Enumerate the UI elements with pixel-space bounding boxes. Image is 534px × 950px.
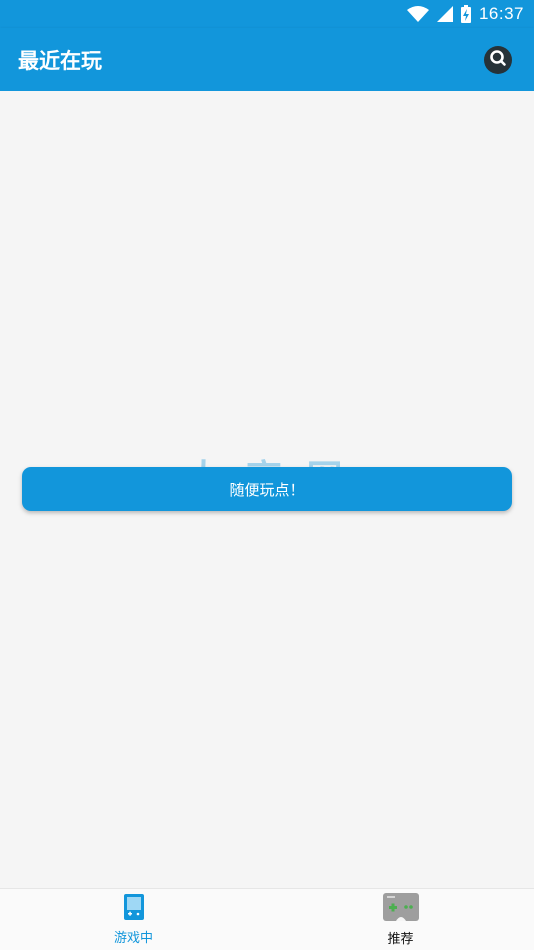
nav-item-recommend[interactable]: 推荐 [267,889,534,950]
status-bar: 16:37 [0,0,534,28]
page-title: 最近在玩 [18,48,102,73]
signal-icon [436,6,453,22]
wifi-icon [406,6,429,22]
main-content: 大 高 网 随便玩点！ [0,91,534,888]
status-time: 16:37 [478,4,524,23]
gamepad-icon [382,892,419,925]
gameboy-icon [123,893,145,924]
search-button[interactable] [484,45,512,74]
app-bar: 最近在玩 [0,28,534,91]
nav-label-playing: 游戏中 [113,930,153,946]
random-play-button[interactable]: 随便玩点！ [22,467,512,511]
nav-item-playing[interactable]: 游戏中 [0,889,267,950]
nav-label-recommend: 推荐 [387,931,414,947]
search-icon [489,49,507,71]
bottom-nav: 游戏中 推荐 [0,888,534,950]
battery-charging-icon [460,5,471,23]
